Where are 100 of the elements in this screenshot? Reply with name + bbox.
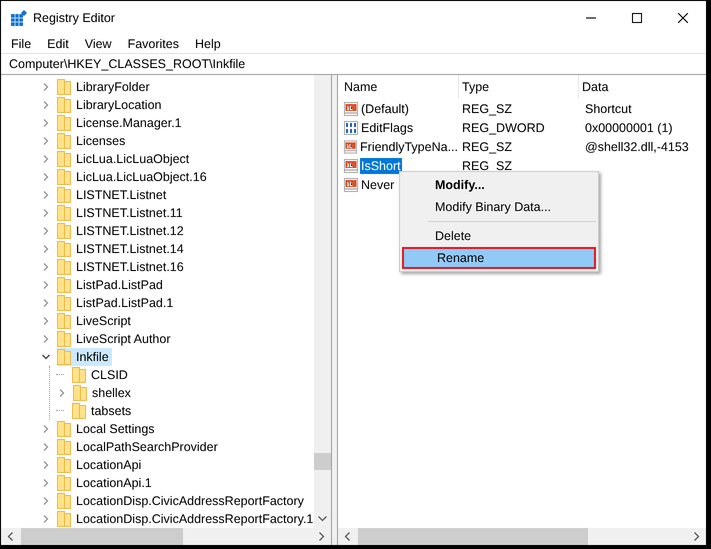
scroll-thumb[interactable]: [21, 528, 183, 545]
horizontal-scrollbar[interactable]: [338, 528, 706, 545]
scroll-left-icon[interactable]: [344, 532, 350, 541]
expand-chevron-icon[interactable]: [42, 83, 50, 91]
context-menu-item[interactable]: Modify...: [402, 174, 596, 196]
context-menu-item[interactable]: Delete: [402, 225, 596, 247]
string-value-icon: [344, 158, 358, 172]
menu-item[interactable]: View: [76, 37, 120, 51]
expand-chevron-icon[interactable]: [42, 461, 50, 469]
tree-item[interactable]: LISTNET.Listnet: [57, 186, 170, 204]
folder-icon: [57, 349, 71, 365]
value-name[interactable]: FriendlyTypeNa...: [359, 138, 459, 154]
expand-chevron-icon[interactable]: [42, 497, 50, 505]
value-name[interactable]: Never: [360, 176, 396, 192]
scroll-thumb[interactable]: [314, 453, 331, 470]
tree-item[interactable]: ListPad.ListPad.1: [57, 294, 176, 312]
string-value-icon: [344, 140, 358, 154]
expand-chevron-icon[interactable]: [42, 479, 50, 487]
folder-icon: [57, 493, 71, 509]
vertical-scrollbar[interactable]: [314, 75, 331, 528]
folder-icon: [57, 205, 71, 221]
menu-item[interactable]: Favorites: [120, 37, 187, 51]
tree-item[interactable]: CLSID: [72, 366, 131, 384]
context-menu-item[interactable]: Rename: [402, 247, 596, 269]
tree-item[interactable]: LibraryFolder: [57, 78, 153, 96]
value-name[interactable]: IsShort: [360, 158, 402, 174]
folder-icon: [73, 385, 87, 401]
tree-item[interactable]: LISTNET.Listnet.16: [57, 258, 187, 276]
context-menu-item[interactable]: Modify Binary Data...: [402, 196, 596, 218]
menu-item[interactable]: Help: [186, 37, 229, 51]
value-type: REG_SZ: [461, 140, 514, 154]
expand-chevron-icon[interactable]: [42, 191, 50, 199]
folder-icon: [57, 187, 71, 203]
tree-item[interactable]: LocationApi.1: [57, 474, 155, 492]
expand-chevron-icon[interactable]: [42, 425, 50, 433]
scroll-right-icon[interactable]: [319, 532, 325, 541]
expand-chevron-icon[interactable]: [58, 389, 66, 397]
tree-item[interactable]: LocationDisp.CivicAddressReportFactory: [57, 492, 307, 510]
tree-item[interactable]: LibraryLocation: [57, 96, 164, 114]
tree-item[interactable]: tabsets: [72, 402, 134, 420]
maximize-icon: [632, 13, 642, 23]
menu-item[interactable]: Edit: [39, 37, 77, 51]
tree-item[interactable]: ListPad.ListPad: [57, 276, 166, 294]
expand-chevron-icon[interactable]: [42, 155, 50, 163]
tree-item[interactable]: LISTNET.Listnet.11: [57, 204, 186, 222]
tree-item[interactable]: LiveScript Author: [57, 330, 174, 348]
folder-icon: [72, 367, 86, 383]
folder-icon: [57, 223, 71, 239]
value-name[interactable]: (Default): [360, 100, 410, 116]
column-header[interactable]: Name: [340, 75, 459, 99]
expand-chevron-icon[interactable]: [42, 281, 50, 289]
tree-item[interactable]: shellex: [73, 384, 134, 402]
folder-icon: [57, 295, 71, 311]
scroll-thumb[interactable]: [358, 528, 588, 545]
tree-item[interactable]: LocalPathSearchProvider: [57, 438, 221, 456]
tree-item[interactable]: LiveScript: [57, 312, 134, 330]
string-value-icon: [344, 102, 358, 116]
expand-chevron-icon[interactable]: [42, 299, 50, 307]
column-header[interactable]: Data: [579, 75, 608, 99]
expand-chevron-icon[interactable]: [42, 119, 50, 127]
value-type: REG_DWORD: [461, 120, 546, 134]
folder-icon: [57, 439, 71, 455]
folder-icon: [57, 331, 71, 347]
folder-icon: [57, 151, 71, 167]
tree-item[interactable]: Local Settings: [57, 420, 158, 438]
expand-chevron-icon[interactable]: [42, 137, 50, 145]
tree-item[interactable]: Licenses: [57, 132, 128, 150]
menu-item[interactable]: File: [3, 37, 40, 51]
scroll-right-icon[interactable]: [694, 532, 700, 541]
folder-icon: [57, 79, 71, 95]
pane-splitter[interactable]: [331, 75, 338, 545]
folder-icon: [57, 313, 71, 329]
folder-icon: [57, 475, 71, 491]
tree-item[interactable]: LocationApi: [57, 456, 144, 474]
value-data: Shortcut: [584, 102, 632, 116]
expand-chevron-icon[interactable]: [42, 443, 50, 451]
tree-item[interactable]: LicLua.LicLuaObject.16: [57, 168, 210, 186]
collapse-chevron-icon[interactable]: [42, 353, 50, 361]
expand-chevron-icon[interactable]: [42, 245, 50, 253]
tree-item[interactable]: LISTNET.Listnet.14: [57, 240, 187, 258]
value-name[interactable]: EditFlags: [360, 120, 414, 136]
expand-chevron-icon[interactable]: [42, 101, 50, 109]
expand-chevron-icon[interactable]: [42, 335, 50, 343]
tree-item[interactable]: LocationDisp.CivicAddressReportFactory.1: [57, 510, 314, 528]
expand-chevron-icon[interactable]: [42, 515, 50, 523]
expand-chevron-icon[interactable]: [42, 173, 50, 181]
expand-chevron-icon[interactable]: [42, 263, 50, 271]
horizontal-scrollbar[interactable]: [1, 528, 331, 545]
tree-item[interactable]: License.Manager.1: [57, 114, 185, 132]
scroll-down-icon[interactable]: [318, 516, 327, 522]
tree-item[interactable]: LicLua.LicLuaObject: [57, 150, 192, 168]
column-header[interactable]: Type: [459, 75, 579, 99]
scroll-left-icon[interactable]: [7, 532, 13, 541]
tree-item[interactable]: Inkfile: [57, 348, 112, 366]
close-icon: [678, 13, 688, 23]
tree-item[interactable]: LISTNET.Listnet.12: [57, 222, 187, 240]
expand-chevron-icon[interactable]: [42, 227, 50, 235]
expand-chevron-icon[interactable]: [42, 209, 50, 217]
address-bar[interactable]: Computer\HKEY_CLASSES_ROOT\Inkfile: [1, 53, 706, 75]
expand-chevron-icon[interactable]: [42, 317, 50, 325]
